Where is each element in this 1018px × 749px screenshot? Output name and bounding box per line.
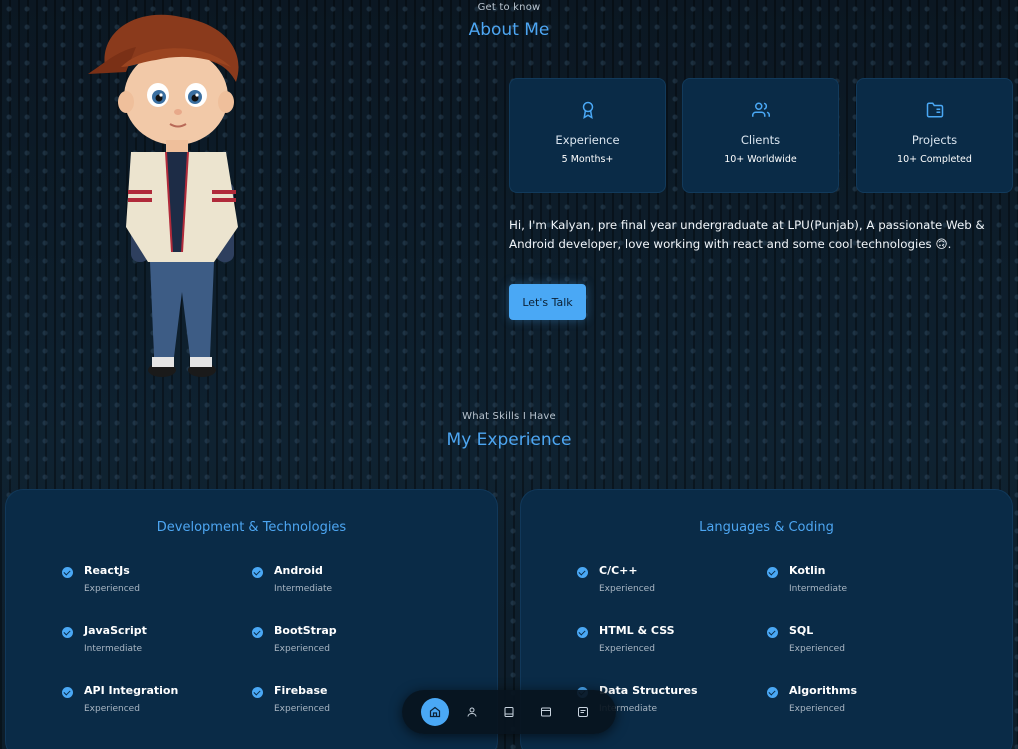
check-icon (252, 567, 263, 578)
skill-name: C/C++ (599, 564, 638, 577)
skill-level: Experienced (84, 584, 140, 594)
nav-projects[interactable] (532, 698, 560, 726)
skill-name: API Integration (84, 684, 179, 697)
skill-level: Intermediate (789, 584, 848, 594)
check-icon (577, 627, 588, 638)
skill-name: Android (274, 564, 323, 577)
experience-card: Experience 5 Months+ (509, 78, 666, 193)
nav-experience[interactable] (495, 698, 523, 726)
skill-name: JavaScript (84, 624, 147, 637)
skill-name: Algorithms (789, 684, 858, 697)
about-bio: Hi, I'm Kalyan, pre final year undergrad… (509, 218, 985, 251)
skill-name: BootStrap (274, 624, 337, 637)
check-icon (767, 687, 778, 698)
bottom-nav (402, 690, 616, 734)
folder-icon (926, 102, 943, 118)
skill-item: SQL Experienced (767, 624, 947, 664)
dev-tech-title: Development & Technologies (156, 520, 347, 535)
skill-item: ReactJs Experienced (62, 564, 242, 604)
skill-level: Experienced (599, 584, 655, 594)
skill-level: Intermediate (274, 584, 333, 594)
check-icon (62, 627, 73, 638)
experience-label: Experience (555, 133, 620, 147)
skill-level: Experienced (789, 704, 845, 714)
experience-kicker: What Skills I Have (462, 411, 556, 422)
check-icon (62, 687, 73, 698)
check-icon (767, 627, 778, 638)
skill-level: Experienced (274, 644, 330, 654)
skill-item: HTML & CSS Experienced (577, 624, 757, 664)
skill-item: Algorithms Experienced (767, 684, 947, 724)
skill-name: Data Structures (599, 684, 698, 697)
skill-name: Firebase (274, 684, 328, 697)
message-icon (578, 707, 588, 717)
skill-name: HTML & CSS (599, 624, 675, 637)
projects-card: Projects 10+ Completed (856, 78, 1013, 193)
projects-label: Projects (911, 133, 958, 147)
check-icon (252, 687, 263, 698)
avatar-illustration (88, 14, 239, 377)
check-icon (577, 567, 588, 578)
check-icon (62, 567, 73, 578)
nav-contact[interactable] (569, 698, 597, 726)
skill-item: Kotlin Intermediate (767, 564, 947, 604)
award-icon (582, 101, 593, 119)
lets-talk-button[interactable]: Let's Talk (509, 284, 586, 320)
check-icon (252, 627, 263, 638)
experience-value: 5 Months+ (561, 154, 614, 165)
experience-title: My Experience (446, 430, 572, 450)
users-icon (751, 102, 770, 117)
skill-item: C/C++ Experienced (577, 564, 757, 604)
skill-item: Android Intermediate (252, 564, 432, 604)
clients-label: Clients (740, 133, 781, 147)
skill-name: Kotlin (789, 564, 826, 577)
nav-about[interactable] (458, 698, 486, 726)
skill-level: Experienced (789, 644, 845, 654)
check-icon (767, 567, 778, 578)
skill-item: JavaScript Intermediate (62, 624, 242, 664)
languages-title: Languages & Coding (699, 520, 834, 535)
home-icon (429, 706, 441, 718)
clients-card: Clients 10+ Worldwide (682, 78, 839, 193)
skill-name: ReactJs (84, 564, 130, 577)
briefcase-icon (541, 707, 551, 717)
skill-level: Intermediate (84, 644, 143, 654)
skill-item: BootStrap Experienced (252, 624, 432, 664)
nav-home[interactable] (421, 698, 449, 726)
projects-value: 10+ Completed (897, 154, 972, 165)
book-icon (504, 707, 514, 717)
skill-level: Experienced (599, 644, 655, 654)
clients-value: 10+ Worldwide (724, 154, 797, 165)
skill-level: Experienced (274, 704, 330, 714)
user-icon (467, 707, 477, 717)
skill-name: SQL (789, 624, 814, 637)
skill-item: API Integration Experienced (62, 684, 242, 724)
skill-level: Experienced (84, 704, 140, 714)
